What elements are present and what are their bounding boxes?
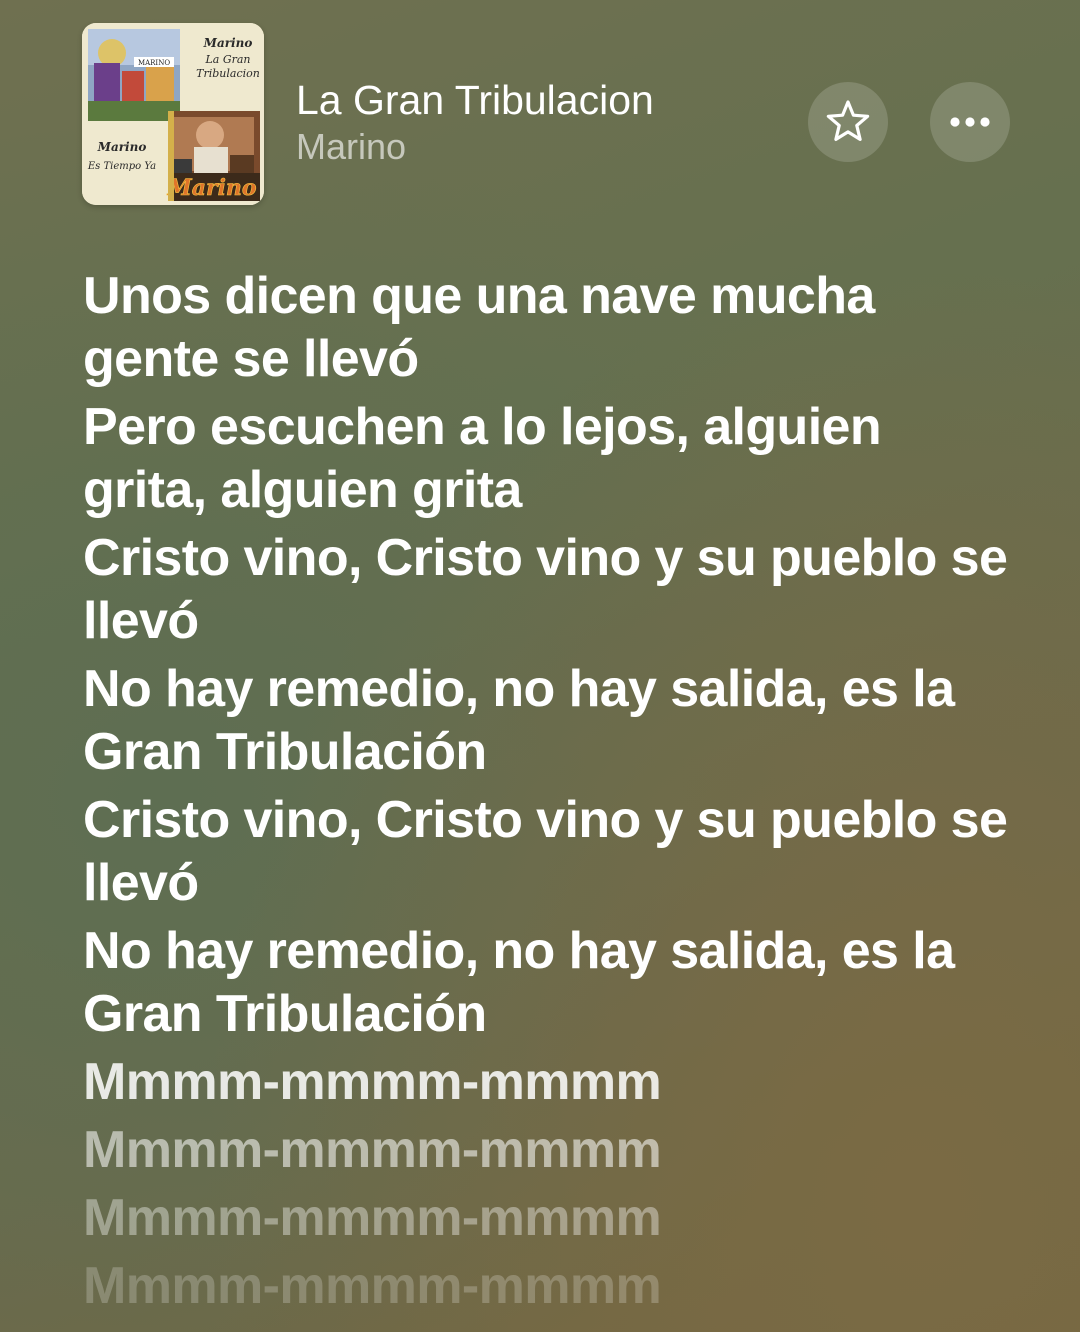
artwork-sign-text: MARINO (138, 59, 170, 67)
more-options-button[interactable] (930, 82, 1010, 162)
lyric-line[interactable]: Cristo vino, Cristo vino y su pueblo se … (83, 527, 1013, 653)
favorite-button[interactable] (808, 82, 888, 162)
artwork-top-artist: Marino (203, 36, 253, 50)
lyric-line[interactable]: Cristo vino, Cristo vino y su pueblo se … (83, 789, 1013, 915)
ellipsis-icon (950, 117, 990, 127)
artwork-top-title-2: Tribulacion (196, 67, 260, 80)
track-title: La Gran Tribulacion (296, 77, 654, 123)
lyric-line[interactable]: Mmmm-mmmm-mmmm (83, 1119, 1013, 1182)
now-playing-header: MARINO Marino La Gran Tribulacion Marino… (82, 23, 1012, 205)
artwork-top-title-1: La Gran (204, 53, 250, 66)
lyrics-view[interactable]: Unos dicen que una nave mucha gente se l… (83, 265, 1013, 1323)
lyric-line[interactable]: Mmmm-mmmm-mmmm (83, 1187, 1013, 1250)
lyric-line[interactable]: Mmmm-mmmm-mmmm (83, 1255, 1013, 1318)
lyric-line[interactable]: Mmmm-mmmm-mmmm (83, 1051, 1013, 1114)
artwork-bottom-artist: Marino (97, 140, 147, 154)
track-info[interactable]: La Gran Tribulacion Marino (296, 75, 776, 169)
artwork-logo: Marino (166, 175, 256, 201)
track-artist[interactable]: Marino (296, 125, 776, 169)
lyric-line[interactable]: No hay remedio, no hay salida, es la Gra… (83, 658, 1013, 784)
lyric-line[interactable]: No hay remedio, no hay salida, es la Gra… (83, 920, 1013, 1046)
artwork-bottom-title: Es Tiempo Ya (87, 161, 156, 172)
album-artwork[interactable]: MARINO Marino La Gran Tribulacion Marino… (82, 23, 264, 205)
lyric-line[interactable]: Pero escuchen a lo lejos, alguien grita,… (83, 396, 1013, 522)
lyric-line[interactable]: Unos dicen que una nave mucha gente se l… (83, 265, 1013, 391)
star-outline-icon (826, 100, 870, 141)
